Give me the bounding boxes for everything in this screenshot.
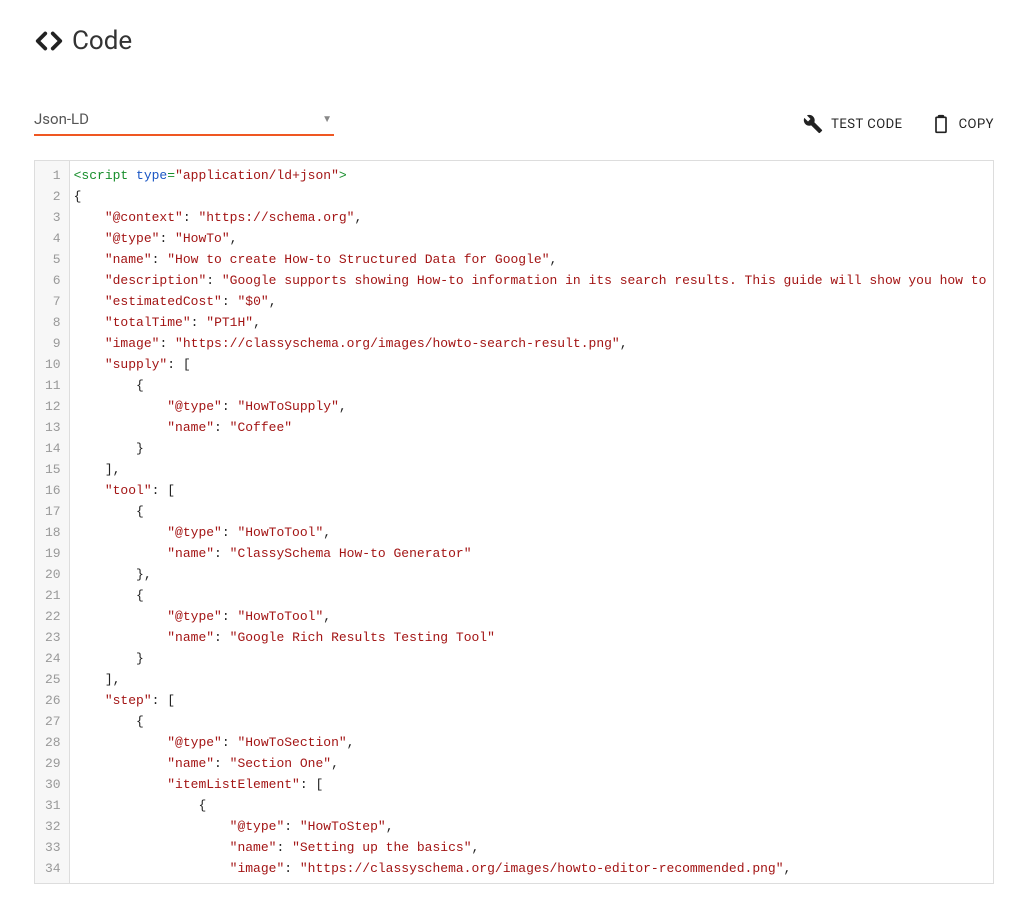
code-line[interactable]: "estimatedCost": "$0", xyxy=(74,291,993,312)
line-number: 21 xyxy=(45,585,61,606)
line-number: 34 xyxy=(45,858,61,879)
line-number: 17 xyxy=(45,501,61,522)
line-number: 24 xyxy=(45,648,61,669)
line-number: 9 xyxy=(45,333,61,354)
code-line[interactable]: "@type": "HowToTool", xyxy=(74,522,993,543)
line-number: 26 xyxy=(45,690,61,711)
line-number: 8 xyxy=(45,312,61,333)
code-line[interactable]: { xyxy=(74,501,993,522)
code-line[interactable]: "@type": "HowToStep", xyxy=(74,816,993,837)
format-select[interactable]: Json-LD ▼ xyxy=(34,104,334,136)
line-number: 15 xyxy=(45,459,61,480)
wrench-icon xyxy=(803,114,823,134)
copy-label: COPY xyxy=(959,117,994,132)
chevron-down-icon: ▼ xyxy=(322,114,332,125)
line-number: 18 xyxy=(45,522,61,543)
code-line[interactable]: "name": "Setting up the basics", xyxy=(74,837,993,858)
code-editor[interactable]: 1234567891011121314151617181920212223242… xyxy=(34,160,994,884)
code-line[interactable]: ], xyxy=(74,459,993,480)
line-number: 13 xyxy=(45,417,61,438)
test-code-button[interactable]: TEST CODE xyxy=(803,114,902,134)
code-line[interactable]: "@type": "HowToSection", xyxy=(74,732,993,753)
code-line[interactable]: "@type": "HowToTool", xyxy=(74,606,993,627)
line-number: 27 xyxy=(45,711,61,732)
code-line[interactable]: ], xyxy=(74,669,993,690)
code-line[interactable]: "step": [ xyxy=(74,690,993,711)
line-number: 25 xyxy=(45,669,61,690)
copy-button[interactable]: COPY xyxy=(931,114,994,134)
line-number: 16 xyxy=(45,480,61,501)
code-line[interactable]: }, xyxy=(74,564,993,585)
line-number: 33 xyxy=(45,837,61,858)
code-line[interactable]: "tool": [ xyxy=(74,480,993,501)
line-number: 10 xyxy=(45,354,61,375)
code-line[interactable]: "description": "Google supports showing … xyxy=(74,270,993,291)
code-line[interactable]: { xyxy=(74,186,993,207)
code-area[interactable]: <script type="application/ld+json">{ "@c… xyxy=(70,161,993,883)
code-line[interactable]: <script type="application/ld+json"> xyxy=(74,165,993,186)
line-number: 14 xyxy=(45,438,61,459)
line-number: 30 xyxy=(45,774,61,795)
line-number: 22 xyxy=(45,606,61,627)
code-line[interactable]: } xyxy=(74,438,993,459)
toolbar-actions: TEST CODE COPY xyxy=(803,114,994,136)
page-title-row: Code xyxy=(34,26,994,56)
code-line[interactable]: "name": "ClassySchema How-to Generator" xyxy=(74,543,993,564)
code-line[interactable]: "image": "https://classyschema.org/image… xyxy=(74,858,993,879)
line-number: 12 xyxy=(45,396,61,417)
line-number: 2 xyxy=(45,186,61,207)
line-number: 4 xyxy=(45,228,61,249)
clipboard-icon xyxy=(931,114,951,134)
line-number: 28 xyxy=(45,732,61,753)
line-number: 3 xyxy=(45,207,61,228)
code-line[interactable]: "totalTime": "PT1H", xyxy=(74,312,993,333)
code-line[interactable]: { xyxy=(74,711,993,732)
line-number: 23 xyxy=(45,627,61,648)
code-line[interactable]: "image": "https://classyschema.org/image… xyxy=(74,333,993,354)
code-line[interactable]: "@type": "HowTo", xyxy=(74,228,993,249)
toolbar: Json-LD ▼ TEST CODE COPY xyxy=(34,104,994,136)
code-line[interactable]: { xyxy=(74,585,993,606)
line-number: 11 xyxy=(45,375,61,396)
code-line[interactable]: "supply": [ xyxy=(74,354,993,375)
line-number-gutter: 1234567891011121314151617181920212223242… xyxy=(35,161,70,883)
code-line[interactable]: { xyxy=(74,795,993,816)
line-number: 31 xyxy=(45,795,61,816)
page-title: Code xyxy=(72,26,132,56)
code-line[interactable]: "name": "Coffee" xyxy=(74,417,993,438)
line-number: 32 xyxy=(45,816,61,837)
code-line[interactable]: } xyxy=(74,648,993,669)
line-number: 5 xyxy=(45,249,61,270)
code-line[interactable]: "@type": "HowToSupply", xyxy=(74,396,993,417)
line-number: 20 xyxy=(45,564,61,585)
code-line[interactable]: "name": "Google Rich Results Testing Too… xyxy=(74,627,993,648)
code-line[interactable]: { xyxy=(74,375,993,396)
line-number: 29 xyxy=(45,753,61,774)
code-line[interactable]: "name": "How to create How-to Structured… xyxy=(74,249,993,270)
line-number: 6 xyxy=(45,270,61,291)
line-number: 1 xyxy=(45,165,61,186)
code-line[interactable]: "itemListElement": [ xyxy=(74,774,993,795)
line-number: 19 xyxy=(45,543,61,564)
code-icon xyxy=(34,26,64,56)
format-select-value: Json-LD xyxy=(34,110,89,128)
code-line[interactable]: "name": "Section One", xyxy=(74,753,993,774)
test-code-label: TEST CODE xyxy=(831,117,902,132)
code-line[interactable]: "@context": "https://schema.org", xyxy=(74,207,993,228)
line-number: 7 xyxy=(45,291,61,312)
